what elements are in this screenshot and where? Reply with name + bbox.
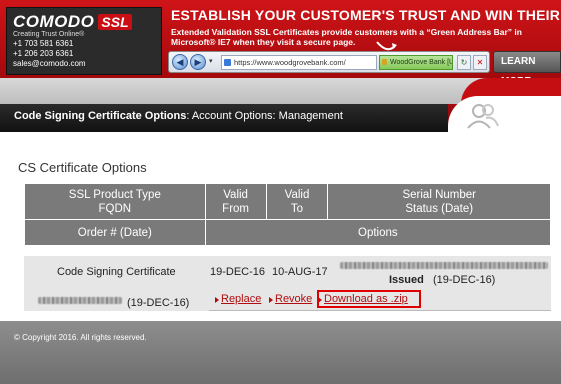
valid-from-cell: 19-DEC-16 — [210, 266, 266, 278]
serial-number-redacted — [340, 262, 548, 269]
breadcrumb-current: Code Signing Certificate Options — [14, 110, 187, 122]
status-badge: Issued — [389, 274, 424, 286]
order-number-redacted — [38, 297, 122, 304]
account-tab[interactable] — [448, 96, 561, 136]
copyright-text: © Copyright 2016. All rights reserved. — [14, 333, 147, 342]
banner-subline: Extended Validation SSL Certificates pro… — [171, 27, 522, 47]
green-address-bar: WoodGrove Bank [US] — [379, 55, 453, 70]
forward-arrow-icon: ▶ — [190, 54, 206, 70]
col-valid-from: Valid From — [204, 183, 267, 220]
learn-more-button[interactable]: LEARN MORE — [493, 51, 561, 78]
order-date: (19-DEC-16) — [127, 297, 190, 309]
col-valid-to: Valid To — [265, 183, 329, 220]
col-product-type: SSL Product Type FQDN — [24, 183, 206, 220]
browser-address-bar-illustration: ◀ ▶ ▾ https://www.woodgrovebank.com/ Woo… — [168, 51, 490, 73]
breadcrumb: Code Signing Certificate Options: Accoun… — [14, 110, 343, 122]
replace-link[interactable]: Replace — [214, 293, 261, 305]
breadcrumb-path: : Account Options: Management — [186, 110, 343, 122]
row-divider — [209, 310, 551, 311]
col-order-number: Order # (Date) — [24, 219, 206, 246]
ad-banner[interactable]: COMODO SSL Creating Trust Online® +1 703… — [0, 0, 561, 78]
product-type-cell: Code Signing Certificate — [57, 266, 176, 278]
page-title: CS Certificate Options — [18, 160, 147, 175]
col-serial-status: Serial Number Status (Date) — [327, 183, 551, 220]
valid-to-cell: 10-AUG-17 — [272, 266, 328, 278]
contact-email: sales@comodo.com — [13, 59, 86, 68]
ssl-badge: SSL — [98, 14, 132, 30]
comodo-logo-box: COMODO SSL Creating Trust Online® +1 703… — [6, 7, 162, 75]
contact-phone-1: +1 703 581 6361 — [13, 39, 74, 48]
url-field: https://www.woodgrovebank.com/ — [221, 55, 377, 70]
download-highlight-box — [317, 290, 421, 308]
logo-tagline: Creating Trust Online® — [13, 31, 85, 38]
users-icon[interactable] — [466, 102, 500, 130]
comodo-logo: COMODO — [13, 12, 95, 31]
contact-phone-2: +1 206 203 6361 — [13, 49, 74, 58]
status-date: (19-DEC-16) — [433, 274, 496, 286]
banner-headline: ESTABLISH YOUR CUSTOMER'S TRUST AND WIN … — [171, 7, 561, 23]
footer — [0, 321, 561, 384]
stop-icon: ✕ — [473, 55, 487, 70]
revoke-link[interactable]: Revoke — [268, 293, 312, 305]
col-options: Options — [204, 219, 552, 246]
refresh-icon: ↻ — [457, 55, 471, 70]
certificate-table-header: SSL Product Type FQDN Valid From Valid To S… — [24, 183, 552, 246]
dropdown-icon: ▾ — [209, 58, 213, 65]
back-arrow-icon: ◀ — [172, 54, 188, 70]
